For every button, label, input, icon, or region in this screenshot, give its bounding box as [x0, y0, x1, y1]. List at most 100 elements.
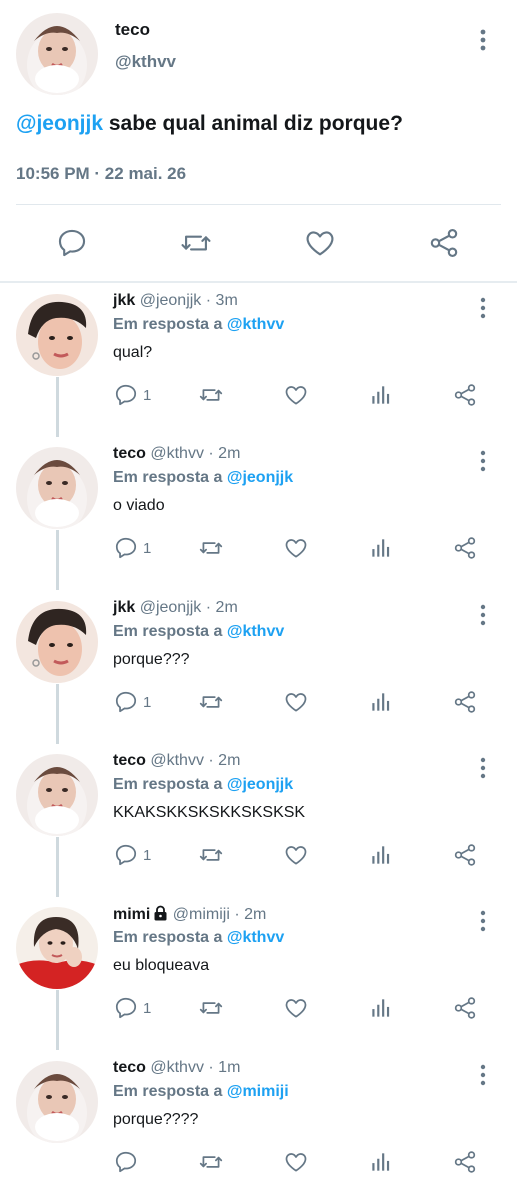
reply-author-avatar[interactable] [16, 294, 98, 376]
reply-author-handle[interactable]: @mimiji [173, 906, 230, 923]
thread-line [56, 684, 59, 744]
reply-icon[interactable] [55, 226, 89, 260]
main-author-handle[interactable]: @kthvv [115, 52, 176, 72]
reply-actions: 1 [113, 382, 493, 412]
reply-author-handle[interactable]: @jeonjjk [140, 292, 202, 309]
reply-context-mention[interactable]: @jeonjjk [227, 469, 293, 486]
retweet-button[interactable] [198, 842, 224, 868]
share-button[interactable] [452, 382, 478, 408]
analytics-button[interactable] [368, 689, 394, 715]
reply-author-name[interactable]: mimi [113, 906, 150, 923]
reply-author-avatar[interactable] [16, 601, 98, 683]
analytics-button[interactable] [368, 842, 394, 868]
reply-author-avatar[interactable] [16, 754, 98, 836]
reply-author-handle[interactable]: @kthvv [150, 752, 204, 769]
analytics-button[interactable] [368, 535, 394, 561]
reply-button[interactable]: 1 [113, 995, 151, 1021]
share-icon [454, 1151, 476, 1173]
reply-tweet[interactable]: jkk @jeonjjk · 2m Em resposta a @kthvv p… [0, 589, 517, 744]
analytics-button[interactable] [368, 1149, 394, 1175]
like-button[interactable] [283, 535, 309, 561]
reply-tweet[interactable]: teco @kthvv · 1m Em resposta a @mimiji p… [0, 1049, 517, 1202]
reply-button[interactable]: 1 [113, 842, 151, 868]
reply-context-mention[interactable]: @kthvv [227, 316, 284, 333]
reply-actions: 1 [113, 535, 493, 565]
retweet-button[interactable] [198, 1149, 224, 1175]
reply-time[interactable]: · 2m [206, 599, 238, 616]
reply-author-name[interactable]: jkk [113, 599, 135, 616]
reply-time[interactable]: · 2m [208, 752, 240, 769]
reply-author-handle[interactable]: @kthvv [150, 1059, 204, 1076]
retweet-icon[interactable] [179, 226, 213, 260]
reply-author-avatar[interactable] [16, 907, 98, 989]
retweet-button[interactable] [198, 995, 224, 1021]
retweet-button[interactable] [198, 535, 224, 561]
reply-tweet[interactable]: teco @kthvv · 2m Em resposta a @jeonjjk … [0, 742, 517, 897]
reply-author-name[interactable]: teco [113, 445, 146, 462]
retweet-icon [199, 849, 223, 861]
reply-author-handle[interactable]: @jeonjjk [140, 599, 202, 616]
like-button[interactable] [283, 382, 309, 408]
thread-line [56, 377, 59, 437]
like-button[interactable] [283, 995, 309, 1021]
reply-author-name[interactable]: jkk [113, 292, 135, 309]
more-options-icon[interactable] [471, 603, 495, 627]
reply-context-mention[interactable]: @kthvv [227, 929, 284, 946]
retweet-button[interactable] [198, 382, 224, 408]
share-icon[interactable] [427, 226, 461, 260]
analytics-button[interactable] [368, 995, 394, 1021]
reply-author-handle[interactable]: @kthvv [150, 445, 204, 462]
reply-context-mention[interactable]: @kthvv [227, 623, 284, 640]
like-button[interactable] [283, 1149, 309, 1175]
more-options-icon[interactable] [471, 449, 495, 473]
reply-button[interactable]: 1 [113, 535, 151, 561]
reply-author-avatar[interactable] [16, 1061, 98, 1143]
retweet-icon [199, 389, 223, 401]
more-options-icon[interactable] [471, 756, 495, 780]
share-button[interactable] [452, 842, 478, 868]
analytics-button[interactable] [368, 382, 394, 408]
reply-time[interactable]: · 3m [206, 292, 238, 309]
reply-button[interactable]: 1 [113, 689, 151, 715]
main-author-name[interactable]: teco [115, 20, 150, 40]
like-button[interactable] [283, 689, 309, 715]
more-options-icon[interactable] [471, 28, 495, 52]
reply-time[interactable]: · 2m [208, 445, 240, 462]
reply-tweet[interactable]: teco @kthvv · 2m Em resposta a @jeonjjk … [0, 435, 517, 590]
share-button[interactable] [452, 995, 478, 1021]
analytics-icon [372, 386, 390, 404]
share-button[interactable] [452, 1149, 478, 1175]
reply-context-mention[interactable]: @jeonjjk [227, 776, 293, 793]
reply-text: porque??? [113, 651, 190, 668]
more-options-icon[interactable] [471, 296, 495, 320]
main-author-avatar[interactable] [16, 13, 98, 95]
reply-author-name[interactable]: teco [113, 752, 146, 769]
more-options-icon[interactable] [471, 1063, 495, 1087]
like-icon[interactable] [303, 226, 337, 260]
main-tweet-mention[interactable]: @jeonjjk [16, 112, 103, 135]
reply-tweet[interactable]: mimi @mimiji · 2m Em resposta a @kthvv e… [0, 895, 517, 1050]
retweet-icon [199, 696, 223, 708]
reply-count: 1 [143, 999, 152, 1017]
reply-context-mention[interactable]: @mimiji [227, 1083, 289, 1100]
main-tweet-timestamp[interactable]: 10:56 PM · 22 mai. 26 [16, 164, 186, 184]
retweet-button[interactable] [198, 689, 224, 715]
reply-time[interactable]: · 1m [208, 1059, 240, 1076]
reply-author-name[interactable]: teco [113, 1059, 146, 1076]
like-icon [285, 999, 307, 1018]
reply-tweet[interactable]: jkk @jeonjjk · 3m Em resposta a @kthvv q… [0, 282, 517, 437]
share-button[interactable] [452, 689, 478, 715]
reply-button[interactable]: 1 [113, 382, 151, 408]
reply-author-avatar[interactable] [16, 447, 98, 529]
reply-text: o viado [113, 497, 165, 514]
reply-text: porque???? [113, 1111, 199, 1128]
retweet-icon [199, 1156, 223, 1168]
like-button[interactable] [283, 842, 309, 868]
avatar-jkk-image [16, 601, 98, 683]
avatar-mimi-image [16, 907, 98, 989]
share-icon [454, 691, 476, 713]
reply-button[interactable] [113, 1149, 143, 1175]
share-button[interactable] [452, 535, 478, 561]
more-options-icon[interactable] [471, 909, 495, 933]
reply-time[interactable]: · 2m [234, 906, 266, 923]
